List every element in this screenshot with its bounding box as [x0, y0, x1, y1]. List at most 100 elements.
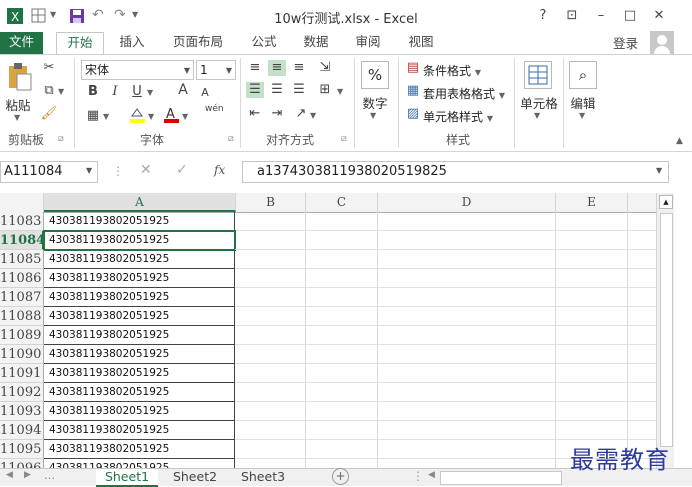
row-header[interactable]: 11086	[0, 269, 44, 288]
align-left-icon[interactable]: ☰	[246, 82, 264, 98]
dialog-launcher-icon[interactable]: ⧄	[58, 134, 64, 144]
tab-page-layout[interactable]: 页面布局	[166, 32, 230, 54]
row-header[interactable]: 11094	[0, 421, 44, 440]
row-header[interactable]: 11084	[0, 231, 44, 250]
wrap-text-icon[interactable]: ⇲	[316, 60, 334, 76]
column-header-c[interactable]: C	[306, 193, 378, 212]
vertical-scrollbar[interactable]: ▲	[656, 193, 674, 468]
cell-a[interactable]: 430381193802051925	[44, 345, 235, 364]
cells-button[interactable]: 单元格	[518, 93, 560, 112]
cell-styles-icon[interactable]: ▨	[404, 106, 422, 122]
dialog-launcher-icon[interactable]: ⧄	[341, 134, 347, 144]
active-cell[interactable]: 430381193802051925	[43, 230, 236, 251]
row-header[interactable]: 11092	[0, 383, 44, 402]
collapse-ribbon-icon[interactable]: ▲	[676, 136, 683, 146]
font-size-select[interactable]: 1 ▼	[196, 60, 236, 80]
close-button[interactable]: ✕	[648, 6, 670, 26]
dialog-launcher-icon[interactable]: ⧄	[228, 134, 234, 144]
chevron-down-icon[interactable]: ▼	[58, 87, 64, 96]
underline-button[interactable]: U	[128, 84, 146, 100]
chevron-down-icon[interactable]: ▼	[337, 87, 343, 96]
scroll-up-icon[interactable]: ▲	[659, 195, 673, 209]
paste-icon[interactable]	[6, 62, 32, 95]
maximize-button[interactable]: □	[619, 6, 641, 26]
cell-a[interactable]: 430381193802051925	[44, 250, 235, 269]
binoculars-icon[interactable]: ⌕	[569, 61, 597, 89]
cell-a[interactable]: 430381193802051925	[44, 288, 235, 307]
cut-icon[interactable]: ✂	[40, 60, 58, 76]
shrink-font-button[interactable]: A	[196, 85, 214, 101]
chevron-down-icon[interactable]: ▼	[310, 111, 316, 120]
cell-a[interactable]: 430381193802051925	[44, 364, 235, 383]
tab-home[interactable]: 开始	[56, 32, 104, 55]
decrease-indent-icon[interactable]: ⇤	[246, 106, 264, 122]
conditional-format-button[interactable]: 条件格式 ▼	[423, 62, 481, 79]
row-header[interactable]: 11087	[0, 288, 44, 307]
add-sheet-icon[interactable]: +	[332, 468, 349, 485]
sheet-tab-1[interactable]: Sheet1	[96, 469, 158, 487]
worksheet-grid[interactable]: A B C D E 11083 430381193802051925 11084 43…	[0, 193, 656, 468]
align-top-icon[interactable]: ≡	[246, 60, 264, 76]
paste-button[interactable]: 粘贴	[4, 95, 32, 114]
next-sheet-icon[interactable]: ▶	[24, 470, 31, 480]
row-header[interactable]: 11093	[0, 402, 44, 421]
cell-a[interactable]: 430381193802051925	[44, 212, 235, 231]
row-header[interactable]: 11095	[0, 440, 44, 459]
number-format-button[interactable]: 数字	[358, 93, 392, 112]
format-as-table-button[interactable]: 套用表格格式 ▼	[423, 85, 505, 102]
prev-sheet-icon[interactable]: ◀	[6, 470, 13, 480]
row-header[interactable]: 11089	[0, 326, 44, 345]
chevron-down-icon[interactable]: ▼	[147, 88, 153, 97]
tab-formulas[interactable]: 公式	[244, 32, 284, 54]
ribbon-display-button[interactable]: ⊡	[561, 6, 583, 26]
tab-review[interactable]: 审阅	[348, 32, 388, 54]
cell-a[interactable]: 430381193802051925	[44, 269, 235, 288]
chevron-down-icon[interactable]: ▼	[103, 112, 109, 121]
tab-data[interactable]: 数据	[296, 32, 336, 54]
chevron-down-icon[interactable]: ▼	[86, 166, 92, 175]
cancel-icon[interactable]: ✕	[140, 162, 152, 178]
row-header[interactable]: 11096	[0, 459, 44, 468]
column-header-e[interactable]: E	[556, 193, 628, 212]
tab-insert[interactable]: 插入	[112, 32, 152, 54]
font-color-icon[interactable]: A	[162, 106, 180, 127]
cell-a[interactable]: 430381193802051925	[44, 383, 235, 402]
select-all-corner[interactable]	[0, 193, 44, 212]
cell-a[interactable]: 430381193802051925	[44, 421, 235, 440]
merge-center-icon[interactable]: ⊞	[316, 82, 334, 98]
sheet-tab-2[interactable]: Sheet2	[164, 469, 226, 485]
name-box[interactable]: A111084	[0, 161, 98, 183]
copy-icon[interactable]: ⧉	[40, 83, 58, 99]
font-name-select[interactable]: 宋体 ▼	[81, 60, 194, 80]
grow-font-button[interactable]: A	[174, 82, 192, 98]
chevron-down-icon[interactable]: ▼	[182, 112, 188, 121]
row-header[interactable]: 11083	[0, 212, 44, 231]
row-header[interactable]: 11085	[0, 250, 44, 269]
cells-icon[interactable]	[524, 61, 552, 89]
format-painter-icon[interactable]: 🖌	[40, 106, 58, 122]
cell-a[interactable]: 430381193802051925	[44, 459, 235, 468]
avatar[interactable]	[650, 31, 674, 55]
cell-a[interactable]: 430381193802051925	[44, 326, 235, 345]
italic-button[interactable]: I	[106, 84, 124, 100]
editing-button[interactable]: 编辑	[566, 93, 600, 112]
cell-styles-button[interactable]: 单元格样式 ▼	[423, 108, 493, 125]
conditional-format-icon[interactable]: ▤	[404, 60, 422, 76]
horizontal-scroll-thumb[interactable]	[440, 471, 562, 485]
help-button[interactable]: ?	[532, 6, 554, 26]
column-header-b[interactable]: B	[236, 193, 306, 212]
bold-button[interactable]: B	[84, 84, 102, 100]
row-header[interactable]: 11091	[0, 364, 44, 383]
chevron-down-icon[interactable]: ▼	[534, 111, 540, 120]
increase-indent-icon[interactable]: ⇥	[268, 106, 286, 122]
column-header-a[interactable]: A	[44, 193, 236, 212]
align-bottom-icon[interactable]: ≡	[290, 60, 308, 76]
row-header[interactable]: 11090	[0, 345, 44, 364]
percent-icon[interactable]: %	[361, 61, 389, 89]
more-sheets-icon[interactable]: …	[44, 469, 55, 482]
enter-icon[interactable]: ✓	[176, 162, 188, 178]
chevron-down-icon[interactable]: ▼	[579, 111, 585, 120]
chevron-down-icon[interactable]: ▼	[656, 166, 662, 175]
chevron-down-icon[interactable]: ▼	[14, 113, 20, 122]
chevron-down-icon[interactable]: ▼	[370, 111, 376, 120]
